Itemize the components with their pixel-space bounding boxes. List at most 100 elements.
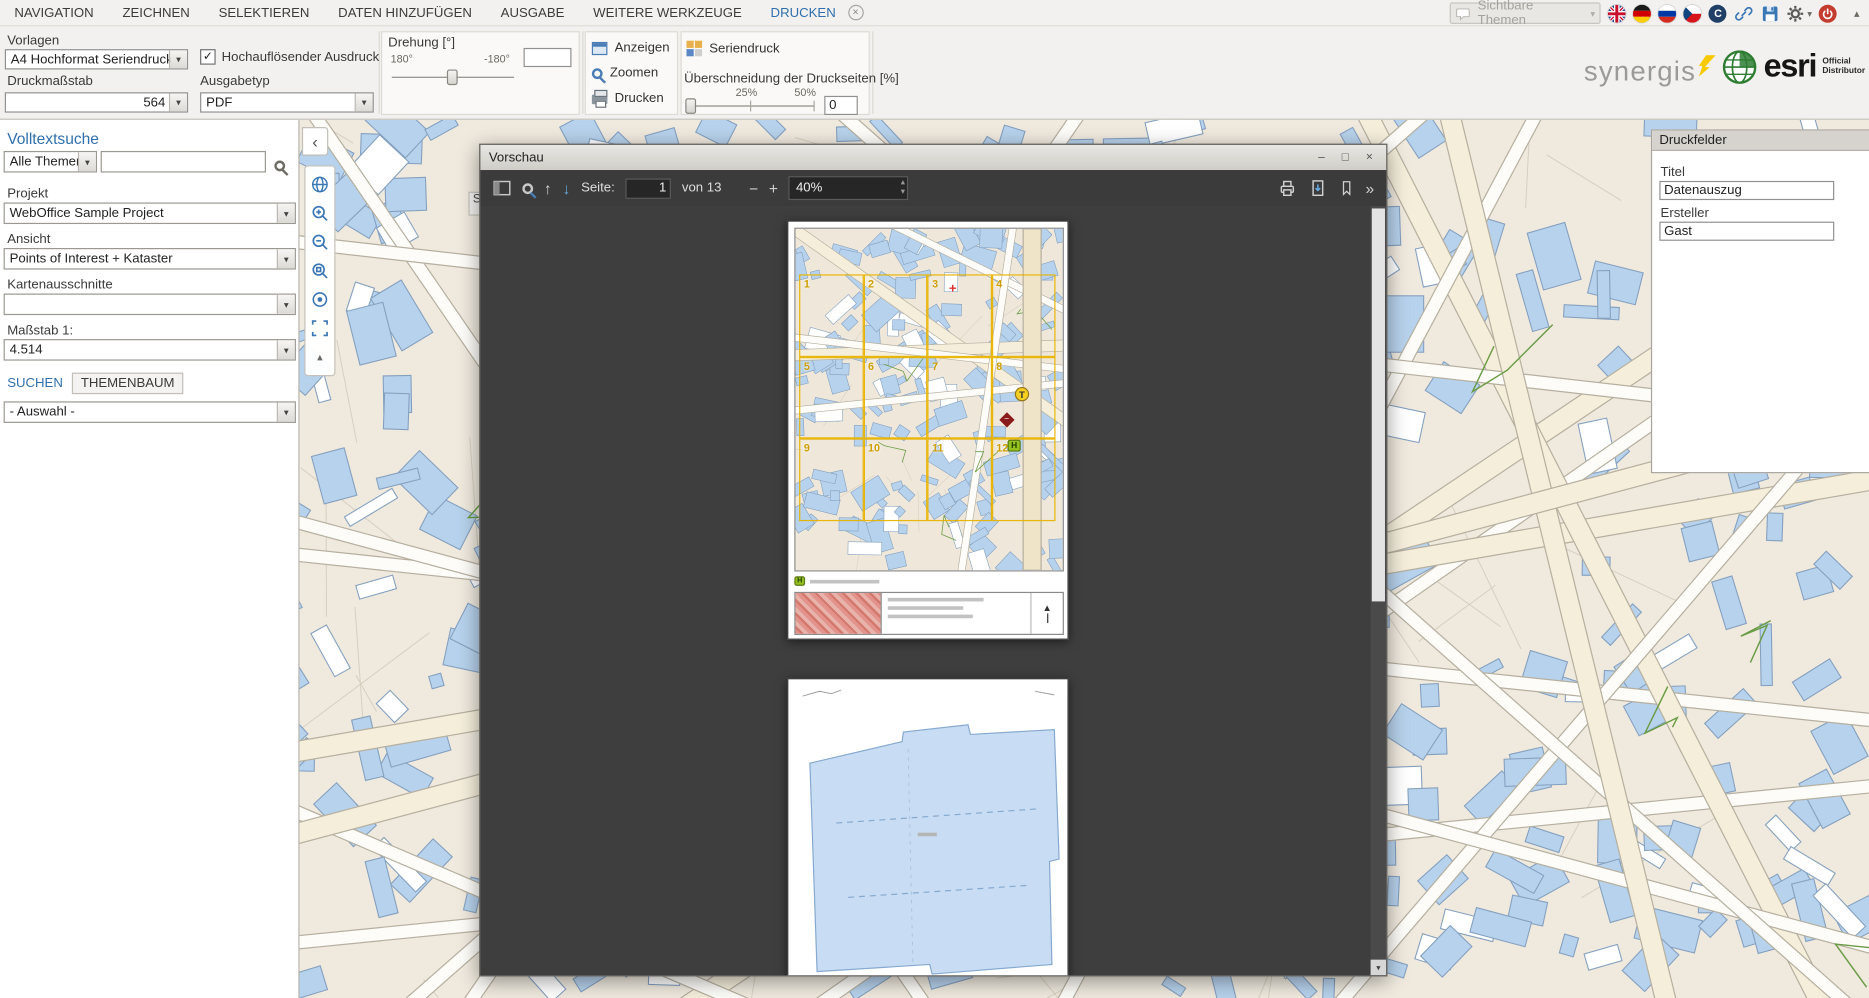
- menu-bar: NAVIGATION ZEICHNEN SELEKTIEREN DATEN HI…: [0, 0, 1869, 26]
- ersteller-input[interactable]: [1659, 222, 1834, 241]
- sidebar-collapse-button[interactable]: ‹: [302, 127, 328, 156]
- tab-suchen[interactable]: SUCHEN: [7, 376, 63, 390]
- themes-filter-select[interactable]: Alle Themen ▾: [4, 151, 97, 173]
- auswahl-select[interactable]: - Auswahl - ▾: [4, 401, 296, 423]
- synergis-logo: synergis: [1584, 55, 1715, 87]
- bookmark-icon[interactable]: [1338, 179, 1355, 198]
- chevron-down-icon[interactable]: ▾: [169, 50, 187, 68]
- fulltext-search-input[interactable]: [101, 151, 266, 173]
- druckfelder-header[interactable]: Druckfelder: [1652, 131, 1869, 151]
- anzeigen-label: Anzeigen: [615, 41, 670, 55]
- dialog-title-bar[interactable]: Vorschau – □ ×: [480, 145, 1386, 170]
- druckfelder-title: Druckfelder: [1659, 133, 1726, 147]
- language-flag-ru-icon[interactable]: [1659, 4, 1677, 22]
- chevron-down-icon[interactable]: ▾: [169, 93, 187, 111]
- drehung-slider[interactable]: [392, 69, 514, 86]
- ersteller-label: Ersteller: [1661, 206, 1709, 220]
- massstab-select[interactable]: 4.514 ▾: [4, 339, 296, 361]
- menu-item-zeichnen[interactable]: ZEICHNEN: [122, 5, 189, 19]
- page-count-label: von 13: [682, 181, 722, 195]
- next-page-icon[interactable]: ↓: [562, 179, 570, 197]
- volltextsuche-link[interactable]: Volltextsuche: [7, 129, 99, 147]
- center-map-icon[interactable]: [306, 285, 335, 314]
- scroll-down-button[interactable]: ▾: [1371, 960, 1387, 976]
- projekt-select[interactable]: WebOffice Sample Project ▾: [4, 202, 296, 224]
- arrow-down-icon: ▾: [1376, 963, 1380, 973]
- close-drucken-tab-icon[interactable]: ×: [848, 5, 864, 21]
- menu-item-selektieren[interactable]: SELEKTIEREN: [219, 5, 310, 19]
- export-icon[interactable]: [1308, 179, 1327, 198]
- collapse-toolbar-icon[interactable]: ▴: [306, 343, 335, 372]
- zoom-in-button[interactable]: +: [769, 179, 778, 197]
- copyright-icon[interactable]: C: [1709, 4, 1727, 22]
- preview-page-2[interactable]: [787, 678, 1069, 975]
- close-icon[interactable]: ×: [1361, 151, 1378, 164]
- preview-scrollbar[interactable]: ▾: [1371, 206, 1387, 975]
- more-tools-icon[interactable]: »: [1366, 179, 1375, 197]
- tab-themenbaum[interactable]: THEMENBAUM: [72, 373, 183, 395]
- previous-page-icon[interactable]: ↑: [544, 179, 552, 197]
- ueberschneidung-slider[interactable]: [685, 98, 814, 115]
- chevron-down-icon[interactable]: ▾: [277, 204, 295, 223]
- zoom-spin-down-icon[interactable]: ▾: [901, 188, 905, 198]
- chevron-down-icon[interactable]: ▾: [277, 340, 295, 359]
- preview-page-1[interactable]: 1 2 3 4 5 6 7 8 9 10 11 12 + T: [787, 220, 1069, 639]
- language-flag-cz-icon[interactable]: [1684, 4, 1702, 22]
- kartenausschnitte-select[interactable]: ▾: [4, 294, 296, 316]
- druckmassstab-select[interactable]: 564 ▾: [5, 92, 188, 112]
- chevron-down-icon[interactable]: ▾: [78, 152, 96, 171]
- seriendruck-button[interactable]: Seriendruck: [686, 41, 779, 57]
- settings-menu[interactable]: ▾: [1787, 4, 1812, 22]
- esri-tagline-2: Distributor: [1822, 66, 1865, 76]
- chevron-down-icon[interactable]: ▾: [277, 295, 295, 314]
- zoom-extent-icon[interactable]: [306, 256, 335, 285]
- menu-item-daten-hinzufuegen[interactable]: DATEN HINZUFÜGEN: [338, 5, 472, 19]
- drucken-button[interactable]: Drucken: [592, 91, 664, 105]
- vorlagen-label: Vorlagen: [7, 34, 59, 48]
- menu-item-ausgabe[interactable]: AUSGABE: [501, 5, 565, 19]
- poi-cross-icon: +: [949, 283, 957, 295]
- ansicht-select[interactable]: Points of Interest + Kataster ▾: [4, 248, 296, 270]
- ausgabetyp-select[interactable]: PDF ▾: [200, 92, 374, 112]
- menu-item-navigation[interactable]: NAVIGATION: [14, 5, 93, 19]
- chevron-down-icon[interactable]: ▾: [355, 93, 373, 111]
- globe-icon[interactable]: [306, 170, 335, 199]
- ueberschneidung-slider-thumb[interactable]: [685, 98, 696, 114]
- search-icon[interactable]: [274, 161, 285, 172]
- menu-item-weitere-werkzeuge[interactable]: WEITERE WERKZEUGE: [593, 5, 742, 19]
- logout-icon[interactable]: [1819, 4, 1837, 22]
- print-tile: 9: [799, 439, 863, 521]
- titel-input[interactable]: [1659, 181, 1834, 200]
- visible-themes-dropdown[interactable]: Sichtbare Themen ▾: [1450, 2, 1601, 24]
- drehung-value-input[interactable]: [524, 48, 572, 67]
- minimize-icon[interactable]: –: [1313, 151, 1330, 164]
- link-icon[interactable]: [1734, 4, 1753, 23]
- save-icon[interactable]: [1761, 4, 1780, 23]
- zoom-in-icon[interactable]: [306, 199, 335, 228]
- ueberschneidung-value-input[interactable]: [824, 96, 858, 115]
- chevron-down-icon[interactable]: ▾: [277, 403, 295, 422]
- print-icon[interactable]: [1277, 179, 1297, 198]
- tile-number: 4: [996, 278, 1002, 290]
- chevron-left-icon: ‹: [312, 132, 318, 151]
- zoomen-button[interactable]: Zoomen: [592, 66, 658, 80]
- thumbnail-panel-icon[interactable]: [492, 179, 511, 198]
- anzeigen-button[interactable]: Anzeigen: [592, 41, 670, 55]
- drehung-slider-thumb[interactable]: [447, 69, 458, 85]
- scrollbar-thumb[interactable]: [1372, 208, 1385, 601]
- hochaufloesend-checkbox[interactable]: ✓: [200, 49, 216, 65]
- collapse-ribbon-icon[interactable]: ▴: [1854, 7, 1859, 20]
- page-number-input[interactable]: [626, 178, 672, 198]
- menu-item-drucken[interactable]: DRUCKEN: [771, 5, 836, 19]
- language-flag-de-icon[interactable]: [1634, 4, 1652, 22]
- maximize-icon[interactable]: □: [1337, 151, 1354, 164]
- zoom-spin-up-icon[interactable]: ▴: [901, 179, 905, 189]
- zoom-out-button[interactable]: −: [749, 179, 758, 197]
- zoom-level-select[interactable]: 40% ▴ ▾: [789, 176, 909, 200]
- zoom-out-icon[interactable]: [306, 228, 335, 257]
- chevron-down-icon[interactable]: ▾: [277, 249, 295, 268]
- preview-search-icon[interactable]: [522, 183, 533, 194]
- fullscreen-icon[interactable]: [306, 314, 335, 343]
- language-flag-en-icon[interactable]: [1608, 4, 1626, 22]
- vorlagen-select[interactable]: A4 Hochformat Seriendruck ▾: [5, 49, 188, 69]
